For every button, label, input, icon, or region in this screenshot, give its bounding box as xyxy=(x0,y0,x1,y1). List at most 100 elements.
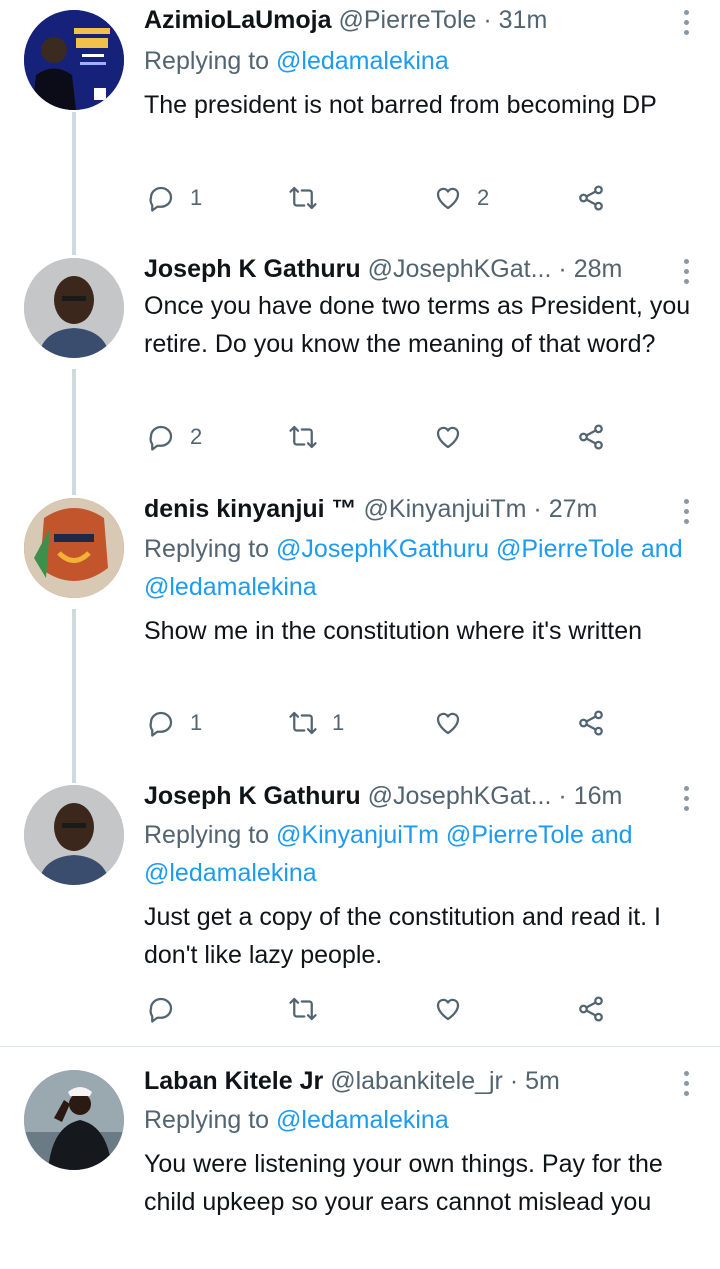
avatar[interactable] xyxy=(24,785,124,885)
thread-line xyxy=(72,485,76,495)
like-button[interactable] xyxy=(433,705,477,741)
retweet-button[interactable] xyxy=(288,180,332,216)
avatar-image xyxy=(24,1070,124,1170)
like-icon xyxy=(436,426,460,449)
avatar[interactable] xyxy=(24,10,124,110)
retweet-button[interactable] xyxy=(288,991,332,1027)
thread-line xyxy=(72,112,76,245)
timestamp[interactable]: 27m xyxy=(549,495,598,523)
reply-button[interactable]: 1 xyxy=(146,705,202,741)
replying-to-label: Replying to xyxy=(144,1106,270,1134)
replying-to-label: Replying to xyxy=(144,47,270,75)
tweet-actions: 1 1 xyxy=(144,705,624,741)
avatar-image xyxy=(24,258,124,358)
display-name[interactable]: denis kinyanjui ™ xyxy=(144,495,357,523)
avatar[interactable] xyxy=(24,1070,124,1170)
display-name[interactable]: AzimioLaUmoja xyxy=(144,6,332,34)
display-name[interactable]: Joseph K Gathuru xyxy=(144,255,361,283)
retweet-icon xyxy=(289,186,317,210)
tweet-header: Joseph K Gathuru @JosephKGat... · 16m xyxy=(144,780,664,812)
reply-count: 1 xyxy=(190,185,203,210)
reply-context: Replying to @ledamalekina xyxy=(144,42,690,80)
share-button[interactable] xyxy=(576,419,606,455)
tweet-actions: 1 2 xyxy=(144,180,624,216)
avatar-image xyxy=(24,10,124,110)
retweet-icon xyxy=(289,997,317,1021)
user-handle[interactable]: @JosephKGat... xyxy=(368,255,552,283)
tweet-1[interactable]: AzimioLaUmoja @PierreTole · 31m Replying… xyxy=(0,0,720,245)
reply-button[interactable]: 1 xyxy=(146,180,202,216)
more-icon[interactable] xyxy=(684,259,690,289)
like-icon xyxy=(436,998,460,1021)
user-handle[interactable]: @KinyanjuiTm xyxy=(364,495,527,523)
more-icon[interactable] xyxy=(684,786,690,816)
avatar-image xyxy=(24,498,124,598)
like-button[interactable] xyxy=(433,991,477,1027)
display-name[interactable]: Laban Kitele Jr xyxy=(144,1067,323,1095)
tweet-text: Just get a copy of the constitution and … xyxy=(144,903,661,969)
avatar[interactable] xyxy=(24,258,124,358)
user-handle[interactable]: @JosephKGat... xyxy=(368,782,552,810)
timestamp[interactable]: 16m xyxy=(574,782,623,810)
mention-link[interactable]: @PierreTole xyxy=(496,535,634,563)
thread-line xyxy=(72,369,76,485)
share-button[interactable] xyxy=(576,180,606,216)
reply-button[interactable] xyxy=(146,991,190,1027)
timestamp[interactable]: 28m xyxy=(574,255,623,283)
more-icon[interactable] xyxy=(684,499,690,529)
separator-dot: · xyxy=(533,495,542,523)
tweet-text: Show me in the constitution where it's w… xyxy=(144,617,643,645)
separator-dot: · xyxy=(509,1067,519,1095)
like-count: 2 xyxy=(477,185,490,210)
tweet-actions xyxy=(144,991,624,1027)
reply-count: 2 xyxy=(190,424,203,449)
and-label: and xyxy=(640,535,683,563)
replying-to-label: Replying to xyxy=(144,535,270,563)
mention-link[interactable]: @ledamalekina xyxy=(144,859,317,887)
retweet-count: 1 xyxy=(332,710,345,735)
mention-link[interactable]: @ledamalekina xyxy=(276,47,449,75)
tweet-text: The president is not barred from becomin… xyxy=(144,91,657,119)
retweet-icon xyxy=(289,711,317,735)
timestamp[interactable]: 31m xyxy=(499,6,548,34)
tweet-actions: 2 xyxy=(144,419,624,455)
like-button[interactable] xyxy=(433,419,477,455)
user-handle[interactable]: @labankitele_jr xyxy=(330,1067,503,1095)
mention-link[interactable]: @JosephKGathuru xyxy=(276,535,489,563)
reply-icon xyxy=(149,997,173,1023)
share-button[interactable] xyxy=(576,705,606,741)
tweet-3[interactable]: denis kinyanjui ™ @KinyanjuiTm · 27m Rep… xyxy=(0,485,720,775)
tweet-4[interactable]: Joseph K Gathuru @JosephKGat... · 16m Re… xyxy=(0,775,720,1045)
more-icon[interactable] xyxy=(684,1071,690,1101)
display-name[interactable]: Joseph K Gathuru xyxy=(144,782,361,810)
separator-dot: · xyxy=(483,6,492,34)
tweet-header: AzimioLaUmoja @PierreTole · 31m xyxy=(144,4,664,36)
like-icon xyxy=(436,187,460,210)
avatar[interactable] xyxy=(24,498,124,598)
reply-count: 1 xyxy=(190,710,203,735)
like-button[interactable]: 2 xyxy=(433,180,489,216)
mention-link[interactable]: @KinyanjuiTm xyxy=(276,821,439,849)
thread-line xyxy=(72,775,76,783)
reply-context: Replying to @KinyanjuiTm @PierreTole and… xyxy=(144,816,690,892)
more-icon[interactable] xyxy=(684,10,690,40)
retweet-button[interactable] xyxy=(288,419,332,455)
share-icon xyxy=(579,424,603,450)
mention-link[interactable]: @PierreTole xyxy=(446,821,584,849)
timestamp[interactable]: 5m xyxy=(525,1067,560,1095)
mention-link[interactable]: @ledamalekina xyxy=(276,1106,449,1134)
user-handle[interactable]: @PierreTole xyxy=(338,6,476,34)
tweet-5[interactable]: Laban Kitele Jr @labankitele_jr · 5m Rep… xyxy=(0,1047,720,1269)
share-icon xyxy=(579,996,603,1022)
like-icon xyxy=(436,712,460,735)
reply-context: Replying to @JosephKGathuru @PierreTole … xyxy=(144,530,690,606)
thread-line xyxy=(72,609,76,775)
and-label: and xyxy=(590,821,633,849)
share-button[interactable] xyxy=(576,991,606,1027)
tweet-text: You were listening your own things. Pay … xyxy=(144,1150,663,1216)
tweet-header: Laban Kitele Jr @labankitele_jr · 5m xyxy=(144,1065,664,1097)
mention-link[interactable]: @ledamalekina xyxy=(144,573,317,601)
retweet-button[interactable]: 1 xyxy=(288,705,344,741)
tweet-2[interactable]: Joseph K Gathuru @JosephKGat... · 28m On… xyxy=(0,245,720,485)
reply-button[interactable]: 2 xyxy=(146,419,202,455)
